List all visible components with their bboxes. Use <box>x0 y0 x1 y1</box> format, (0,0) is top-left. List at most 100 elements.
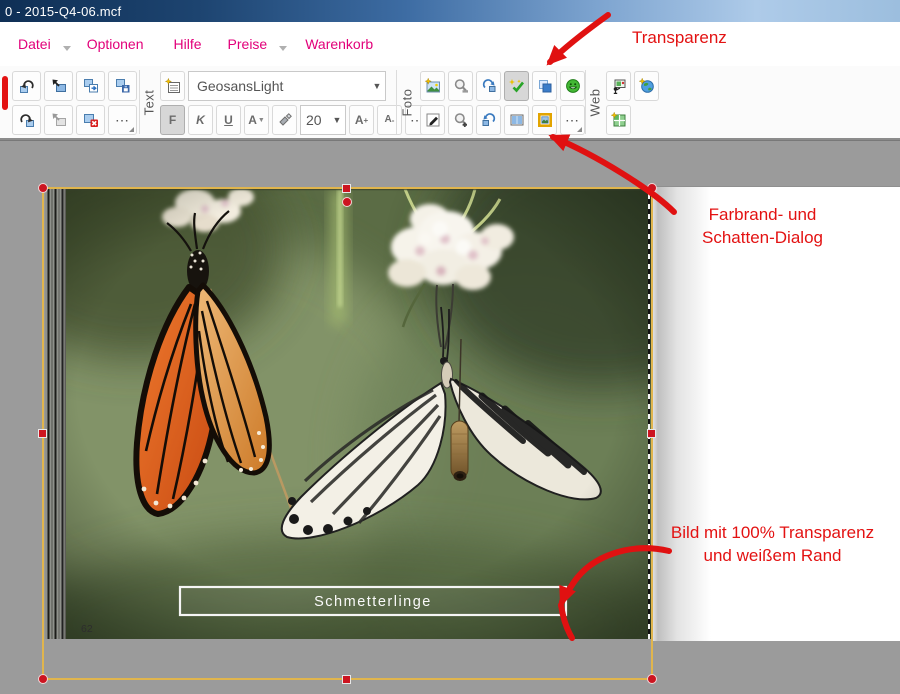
font-dialog-button[interactable] <box>160 71 185 101</box>
toolbar-separator <box>396 70 397 134</box>
save-page-button[interactable] <box>108 71 137 101</box>
chevron-down-icon[interactable]: ▼ <box>369 81 385 91</box>
font-size-value: 20 <box>306 112 322 128</box>
italic-icon: K <box>196 113 205 127</box>
font-name-combo[interactable]: GeosansLight ▼ <box>188 71 386 101</box>
border-frame-button[interactable] <box>532 105 557 135</box>
annotation-bild-block: Bild mit 100% Transparenz und weißem Ran… <box>645 521 900 567</box>
add-photo-button[interactable] <box>420 71 445 101</box>
format-paint-button[interactable] <box>272 105 297 135</box>
annotation-bild-line1: Bild mit 100% Transparenz <box>670 523 875 542</box>
bold-icon: F <box>168 113 177 127</box>
selection-handle-top-right[interactable] <box>647 183 657 193</box>
selection-frame <box>42 187 653 680</box>
menu-item-datei[interactable]: Datei <box>18 36 51 52</box>
split-view-icon <box>510 114 523 126</box>
rotation-handle[interactable] <box>342 197 352 207</box>
foto-group: ⋯ <box>420 71 585 135</box>
menu-item-optionen[interactable]: Optionen <box>87 36 144 52</box>
chevron-down-icon[interactable]: ▼ <box>329 115 345 125</box>
zoom-in-button[interactable] <box>448 105 473 135</box>
rotate-ccw-button[interactable] <box>476 105 501 135</box>
selection-handle-bottom-middle[interactable] <box>342 675 351 684</box>
font-dialog-icon <box>164 78 180 93</box>
copy-page-icon <box>83 79 98 93</box>
web-group <box>606 71 659 135</box>
bring-front-icon <box>52 79 66 92</box>
annotation-farbrand-line2: Schatten-Dialog <box>702 228 823 247</box>
redo-icon <box>19 114 34 127</box>
selection-handle-bottom-left[interactable] <box>38 674 48 684</box>
autofix-button[interactable] <box>504 71 529 101</box>
toolbar: ⋯ Text GeosansLight ▼ F K U A ▼ 20 ▼ A +… <box>0 66 900 140</box>
font-color-icon: A <box>248 113 257 127</box>
more-foto-button[interactable]: ⋯ <box>560 105 585 135</box>
more-edit-button[interactable]: ⋯ <box>108 105 137 135</box>
underline-icon: U <box>224 113 233 127</box>
toolbar-separator <box>585 70 586 134</box>
zoom-out-button[interactable] <box>448 71 473 101</box>
bring-front-button[interactable] <box>44 71 73 101</box>
menu-item-hilfe[interactable]: Hilfe <box>174 36 202 52</box>
smiley-button[interactable] <box>560 71 585 101</box>
window-title-bar: 0 - 2015-Q4-06.mcf <box>0 0 900 22</box>
format-paint-icon <box>278 113 292 126</box>
menu-item-warenkorb[interactable]: Warenkorb <box>305 36 373 52</box>
delete-page-button[interactable] <box>76 105 105 135</box>
facing-page-blank[interactable] <box>651 186 900 641</box>
toolbar-separator <box>139 70 140 134</box>
copy-page-button[interactable] <box>76 71 105 101</box>
underline-button[interactable]: U <box>216 105 241 135</box>
annotation-transparenz: Transparenz <box>632 28 727 47</box>
selection-handle-top-middle[interactable] <box>342 184 351 193</box>
redo-button[interactable] <box>12 105 41 135</box>
web-grid-button[interactable] <box>606 105 631 135</box>
selection-handle-middle-right[interactable] <box>647 429 656 438</box>
zoom-in-icon <box>454 113 467 127</box>
edit-photo-icon <box>426 113 439 127</box>
selection-handle-middle-left[interactable] <box>38 429 47 438</box>
delete-page-icon <box>83 114 98 127</box>
edit-group: ⋯ <box>12 71 137 135</box>
rotate-cw-button[interactable] <box>476 71 501 101</box>
transparency-button[interactable] <box>532 71 557 101</box>
web-group-label: Web <box>587 88 603 116</box>
undo-icon <box>19 80 34 93</box>
chevron-down-icon: ▼ <box>257 116 265 124</box>
corner-expand-icon <box>577 127 582 132</box>
split-view-button[interactable] <box>504 105 529 135</box>
bold-button[interactable]: F <box>160 105 185 135</box>
chevron-down-icon[interactable] <box>62 45 71 51</box>
chevron-down-icon[interactable] <box>279 45 288 51</box>
slideshow-button[interactable] <box>606 71 631 101</box>
selection-handle-top-left[interactable] <box>38 183 48 193</box>
selection-handle-bottom-right[interactable] <box>647 674 657 684</box>
web-globe-button[interactable] <box>634 71 659 101</box>
text-group-label: Text <box>141 89 157 115</box>
font-name-value: GeosansLight <box>197 78 284 94</box>
web-grid-icon <box>610 112 625 127</box>
smiley-icon <box>565 79 580 93</box>
foto-group-label: Foto <box>399 87 415 117</box>
save-page-icon <box>115 79 129 93</box>
font-size-combo[interactable]: 20 ▼ <box>300 105 346 135</box>
send-back-button[interactable] <box>44 105 73 135</box>
corner-expand-icon <box>129 127 134 132</box>
undo-button[interactable] <box>12 71 41 101</box>
font-smaller-icon: A <box>384 114 392 125</box>
annotation-farbrand-block: Farbrand- und Schatten-Dialog <box>655 203 870 249</box>
autofix-icon <box>508 79 524 93</box>
border-frame-icon <box>537 112 552 127</box>
font-color-button[interactable]: A ▼ <box>244 105 269 135</box>
edit-photo-button[interactable] <box>420 105 445 135</box>
font-larger-icon: A <box>354 113 364 127</box>
rotate-ccw-icon <box>482 113 495 126</box>
red-annotation-mark <box>2 76 8 110</box>
text-group: GeosansLight ▼ F K U A ▼ 20 ▼ A + A- ⋯ <box>160 71 430 135</box>
menu-item-preise[interactable]: Preise <box>228 36 268 52</box>
transparency-icon <box>538 80 551 93</box>
font-larger-button[interactable]: A + <box>349 105 374 135</box>
annotation-farbrand-line1: Farbrand- und <box>708 205 817 224</box>
italic-button[interactable]: K <box>188 105 213 135</box>
add-photo-icon <box>424 78 440 93</box>
